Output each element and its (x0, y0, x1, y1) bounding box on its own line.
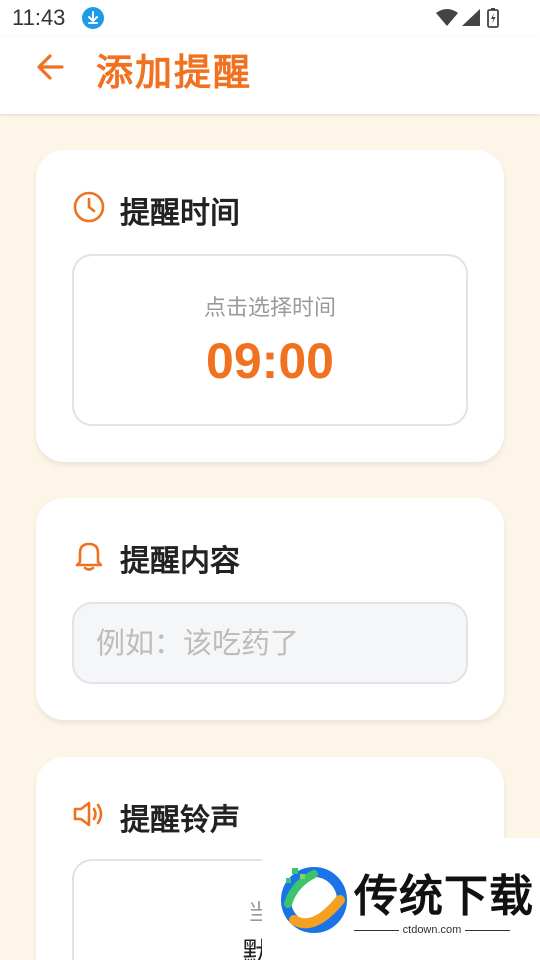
wifi-icon (436, 9, 458, 26)
reminder-content-card: 提醒内容 (36, 498, 504, 720)
back-arrow-icon (37, 54, 64, 80)
page-title: 添加提醒 (96, 51, 252, 94)
download-icon (82, 7, 104, 29)
status-icons (436, 8, 500, 28)
status-time: 11:43 (12, 5, 66, 30)
status-bar: 11:43 (0, 0, 540, 36)
clock-icon (72, 190, 106, 224)
signal-icon (462, 9, 480, 26)
speaker-icon (72, 797, 106, 831)
reminder-content-input[interactable] (72, 602, 468, 684)
battery-icon (487, 8, 499, 28)
reminder-time-card: 提醒时间 点击选择时间 09:00 (36, 150, 504, 462)
time-picker[interactable]: 点击选择时间 09:00 (72, 254, 468, 426)
watermark-brand: 传统下载 (354, 871, 534, 922)
card-title: 提醒内容 (120, 544, 240, 579)
card-title: 提醒铃声 (120, 803, 240, 838)
bell-icon (72, 538, 106, 572)
app-bar: 添加提醒 (0, 36, 540, 114)
back-button[interactable] (32, 49, 74, 85)
time-value: 09:00 (206, 333, 334, 389)
watermark: 传统下载 ctdown.com (262, 838, 540, 960)
ctdown-logo-icon (274, 860, 354, 940)
time-hint: 点击选择时间 (203, 296, 336, 321)
card-title: 提醒时间 (120, 196, 240, 231)
watermark-url: ctdown.com (354, 924, 510, 936)
